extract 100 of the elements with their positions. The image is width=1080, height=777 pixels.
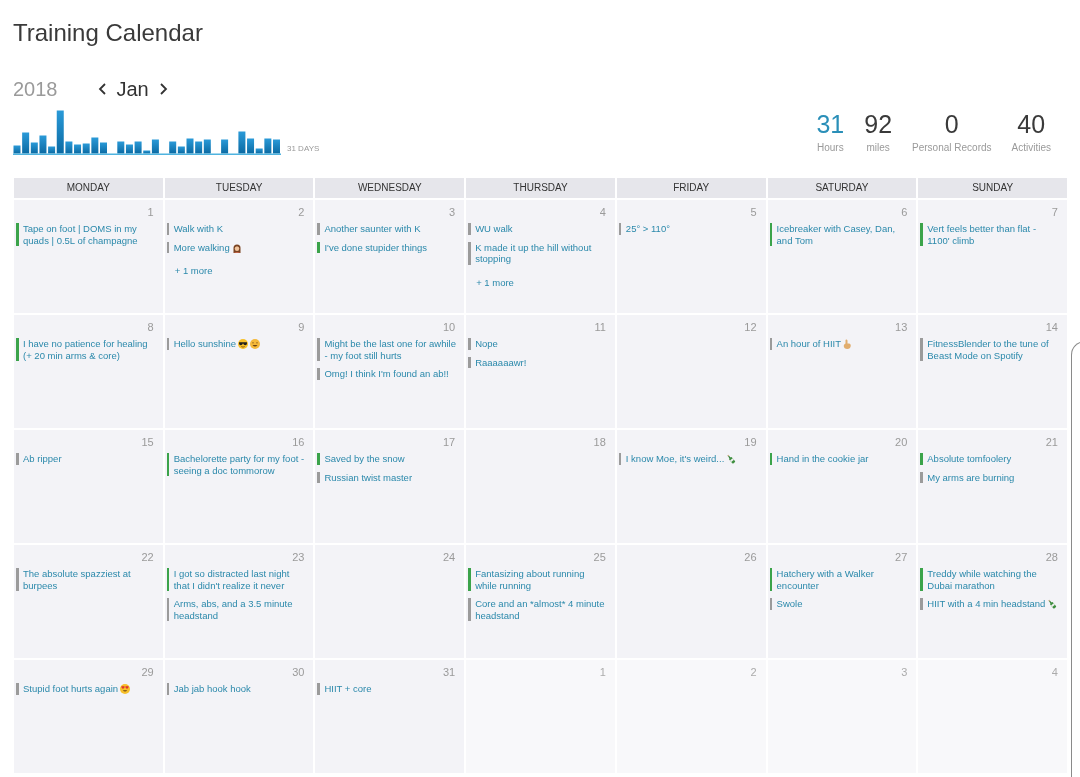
event-title[interactable]: The absolute spazziest at burpees: [23, 568, 156, 591]
event-title[interactable]: Tape on foot | DOMS in my quads | 0.5L of champagne: [23, 223, 156, 246]
day-number: 29: [140, 665, 154, 679]
stat-label: Activities: [1011, 141, 1051, 155]
day-number: 20: [894, 435, 908, 449]
day-number: 23: [291, 550, 305, 564]
page-title: Training Calendar: [13, 18, 204, 48]
weekday-header: MONDAY: [14, 178, 163, 198]
event-title[interactable]: Might be the last one for awhile - my foot still hurts: [324, 338, 458, 361]
day-number: 10: [441, 320, 456, 334]
day-number: 17: [441, 435, 456, 449]
person-icon: [231, 242, 242, 253]
event-title[interactable]: HIIT with a 4 min headstand: [927, 598, 1046, 610]
day-number: 4: [1050, 665, 1058, 679]
day-number: 24: [441, 550, 456, 564]
event-title[interactable]: Ab ripper: [23, 453, 62, 465]
weekday-header: WEDNESDAY: [315, 178, 465, 198]
event-title[interactable]: Bachelorette party for my foot - seeing a doc tommorow: [173, 453, 307, 476]
bottle-icon: [1047, 599, 1058, 609]
event-title[interactable]: Hello sunshine: [173, 338, 237, 350]
event-title[interactable]: Another saunter with K: [324, 223, 421, 235]
event-title[interactable]: Omg! I think I'm found an ab!!: [324, 368, 449, 380]
day-number: 1: [146, 205, 154, 219]
stat-label: Hours: [817, 141, 844, 155]
day-number: 11: [593, 320, 606, 334]
event-title[interactable]: I got so distracted last night that I didn't realize it never: [173, 568, 307, 591]
event-title[interactable]: Swole: [776, 598, 803, 610]
stat-label: Personal Records: [912, 141, 992, 155]
sunglasses-face-icon: [238, 339, 249, 349]
smiling-face-icon: [250, 339, 261, 349]
event-title[interactable]: K made it up the hill without stopping: [475, 241, 608, 265]
more-events-link[interactable]: + 1 more: [174, 265, 213, 277]
event-title[interactable]: An hour of HIIT: [776, 338, 841, 350]
day-number: 3: [448, 205, 456, 219]
event-title[interactable]: More walking: [173, 241, 230, 253]
event-title[interactable]: Treddy while watching the Dubai marathon: [927, 568, 1060, 591]
event-title[interactable]: Vert feels better than flat - 1100' climb: [927, 223, 1060, 246]
event-title[interactable]: Hand in the cookie jar: [776, 453, 869, 465]
weekday-header: THURSDAY: [466, 178, 615, 198]
weekday-header: SUNDAY: [918, 178, 1067, 198]
event-title[interactable]: HIIT + core: [324, 683, 372, 695]
stat-label: miles: [866, 141, 890, 155]
event-title[interactable]: Raaaaaawr!: [475, 356, 527, 368]
event-title[interactable]: Fantasizing about running while running: [475, 568, 608, 591]
event-title[interactable]: Hatchery with a Walker encounter: [776, 568, 910, 591]
day-number: 18: [592, 435, 606, 449]
day-number: 30: [291, 665, 305, 679]
day-number: 15: [140, 435, 154, 449]
days-count-label: 31 DAYS: [287, 144, 320, 153]
day-number: 28: [1044, 550, 1058, 564]
day-number: 6: [900, 205, 908, 219]
more-events-link[interactable]: + 1 more: [476, 276, 514, 288]
event-title[interactable]: Jab jab hook hook: [173, 683, 251, 695]
day-number: 1: [598, 665, 606, 679]
stat-value[interactable]: 0: [944, 110, 959, 138]
event-title[interactable]: Arms, abs, and a 3.5 minute headstand: [173, 598, 307, 621]
day-number: 16: [291, 435, 305, 449]
event-title[interactable]: Saved by the snow: [324, 453, 405, 465]
event-title[interactable]: Absolute tomfoolery: [927, 453, 1012, 465]
day-number: 4: [598, 205, 606, 219]
stat-value[interactable]: 40: [1017, 110, 1046, 138]
event-title[interactable]: Icebreaker with Casey, Dan, and Tom: [776, 223, 910, 246]
event-title[interactable]: 25° > 110°: [625, 223, 670, 235]
event-title[interactable]: Russian twist master: [324, 471, 413, 483]
weekday-header: TUESDAY: [164, 178, 314, 198]
month-label: Jan: [116, 77, 149, 101]
day-number: 21: [1044, 435, 1058, 449]
chevron-left-icon[interactable]: [97, 83, 106, 95]
event-title[interactable]: WU walk: [475, 223, 513, 235]
event-title[interactable]: I've done stupider things: [324, 241, 428, 253]
day-number: 12: [743, 320, 757, 334]
stat-value[interactable]: 31: [816, 110, 845, 138]
day-number: 2: [297, 205, 305, 219]
event-title[interactable]: I know Moe, it's weird...: [625, 453, 725, 465]
chevron-right-icon[interactable]: [159, 83, 168, 95]
event-title[interactable]: Stupid foot hurts again: [23, 683, 119, 695]
day-number: 9: [297, 320, 305, 334]
event-title[interactable]: Walk with K: [173, 223, 223, 235]
day-number: 13: [894, 320, 908, 334]
bottle-icon: [726, 454, 737, 464]
day-number: 26: [743, 550, 757, 564]
day-number: 8: [146, 320, 154, 334]
event-title[interactable]: FitnessBlender to the tune of Beast Mode on Spotify: [927, 338, 1060, 361]
event-title[interactable]: I have no patience for healing (+ 20 min arms & core): [23, 338, 156, 361]
day-number: 7: [1050, 205, 1058, 219]
event-title[interactable]: Core and an *almost* 4 minute headstand: [475, 598, 608, 621]
day-number: 14: [1044, 320, 1058, 334]
event-title[interactable]: Nope: [475, 338, 498, 350]
day-number: 19: [743, 435, 757, 449]
weekday-header: SATURDAY: [767, 178, 917, 198]
day-number: 31: [441, 665, 456, 679]
weekday-header: FRIDAY: [616, 178, 766, 198]
day-number: 25: [592, 550, 606, 564]
heart-eyes-face-icon: [120, 684, 131, 694]
stat-value[interactable]: 92: [864, 110, 893, 138]
day-number: 27: [894, 550, 908, 564]
year-label: 2018: [13, 77, 58, 101]
event-title[interactable]: My arms are burning: [927, 471, 1015, 483]
day-number: 22: [140, 550, 154, 564]
day-number: 5: [749, 205, 757, 219]
